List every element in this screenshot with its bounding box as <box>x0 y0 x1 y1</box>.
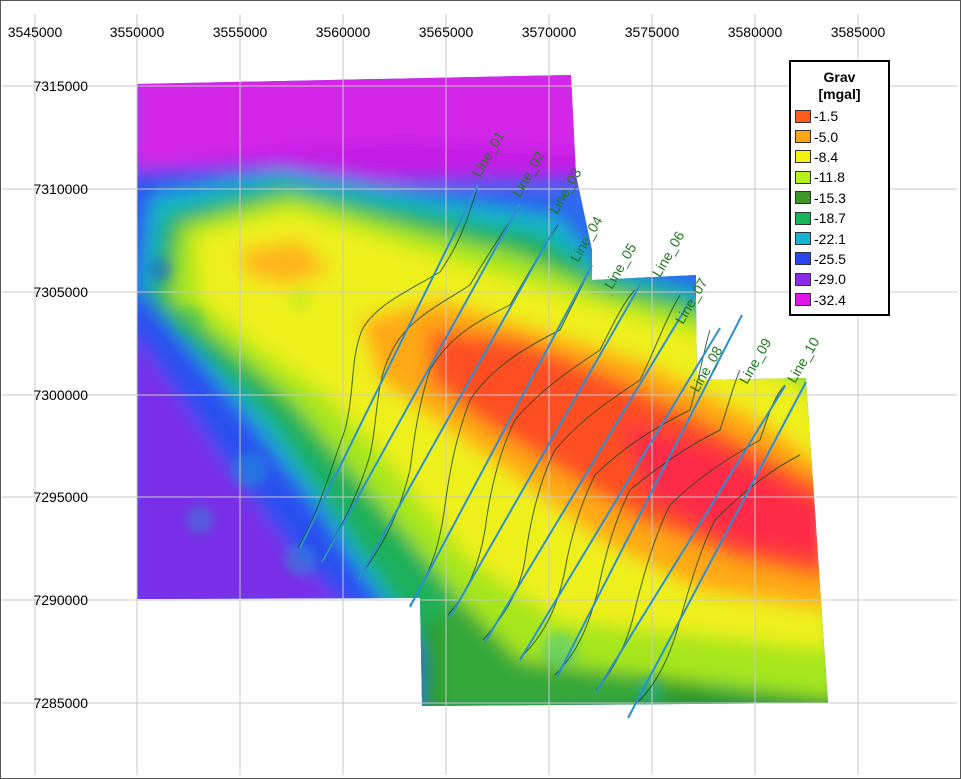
legend-swatch <box>795 232 811 246</box>
x-tick-label: 3555000 <box>213 24 268 40</box>
legend-item: -1.5 <box>791 106 888 126</box>
x-tick-label: 3545000 <box>8 24 63 40</box>
legend-swatch <box>795 211 811 225</box>
legend-swatch <box>795 109 811 123</box>
legend-value: -11.8 <box>814 169 845 186</box>
legend-value: -8.4 <box>814 148 839 165</box>
y-tick-label: 7300000 <box>33 387 88 403</box>
y-axis-labels: 7315000 7310000 7305000 7300000 7295000 72900… <box>33 78 88 711</box>
survey-line-label: Line_10 <box>784 334 823 385</box>
legend-title: Grav <box>823 69 856 85</box>
legend-swatch <box>795 170 811 184</box>
legend-value: -18.7 <box>814 210 846 227</box>
legend-value: -32.4 <box>814 291 846 308</box>
legend-swatch <box>795 130 811 144</box>
legend-swatch <box>795 252 811 266</box>
legend-item: -18.7 <box>791 208 888 228</box>
legend-item: -25.5 <box>791 249 888 269</box>
legend-swatch <box>795 272 811 286</box>
legend-item: -29.0 <box>791 269 888 289</box>
y-tick-label: 7310000 <box>33 181 88 197</box>
x-tick-label: 3570000 <box>522 24 577 40</box>
legend-item: -32.4 <box>791 290 888 310</box>
y-tick-label: 7305000 <box>33 284 88 300</box>
x-tick-label: 3560000 <box>316 24 371 40</box>
legend-item: -22.1 <box>791 228 888 248</box>
survey-line-label: Line_06 <box>649 228 688 279</box>
x-tick-label: 3585000 <box>831 24 886 40</box>
color-legend: Grav [mgal] -1.5 -5.0 -8.4 -11.8 -15.3 -18.7-… <box>789 60 890 316</box>
y-tick-label: 7285000 <box>33 695 88 711</box>
legend-value: -5.0 <box>814 128 839 145</box>
legend-value: -22.1 <box>814 230 846 247</box>
legend-item: -11.8 <box>791 167 888 187</box>
legend-swatch <box>795 150 811 164</box>
legend-swatch <box>795 293 811 307</box>
legend-value: -25.5 <box>814 250 846 267</box>
x-axis-labels: 3545000 3550000 3555000 3560000 3565000 35700… <box>8 24 886 40</box>
legend-swatch <box>795 191 811 205</box>
y-tick-label: 7315000 <box>33 78 88 94</box>
legend-value: -1.5 <box>814 108 839 125</box>
x-tick-label: 3550000 <box>110 24 165 40</box>
legend-item: -8.4 <box>791 147 888 167</box>
x-tick-label: 3575000 <box>625 24 680 40</box>
legend-value: -15.3 <box>814 189 846 206</box>
legend-item: -15.3 <box>791 188 888 208</box>
legend-rows: -1.5 -5.0 -8.4 -11.8 -15.3 -18.7 -22.1 -25.5 -29… <box>791 106 888 310</box>
legend-value: -29.0 <box>814 271 846 288</box>
y-tick-label: 7290000 <box>33 592 88 608</box>
x-tick-label: 3565000 <box>419 24 474 40</box>
legend-unit: [mgal] <box>818 86 861 102</box>
y-tick-label: 7295000 <box>33 489 88 505</box>
x-tick-label: 3580000 <box>728 24 783 40</box>
legend-item: -5.0 <box>791 126 888 146</box>
